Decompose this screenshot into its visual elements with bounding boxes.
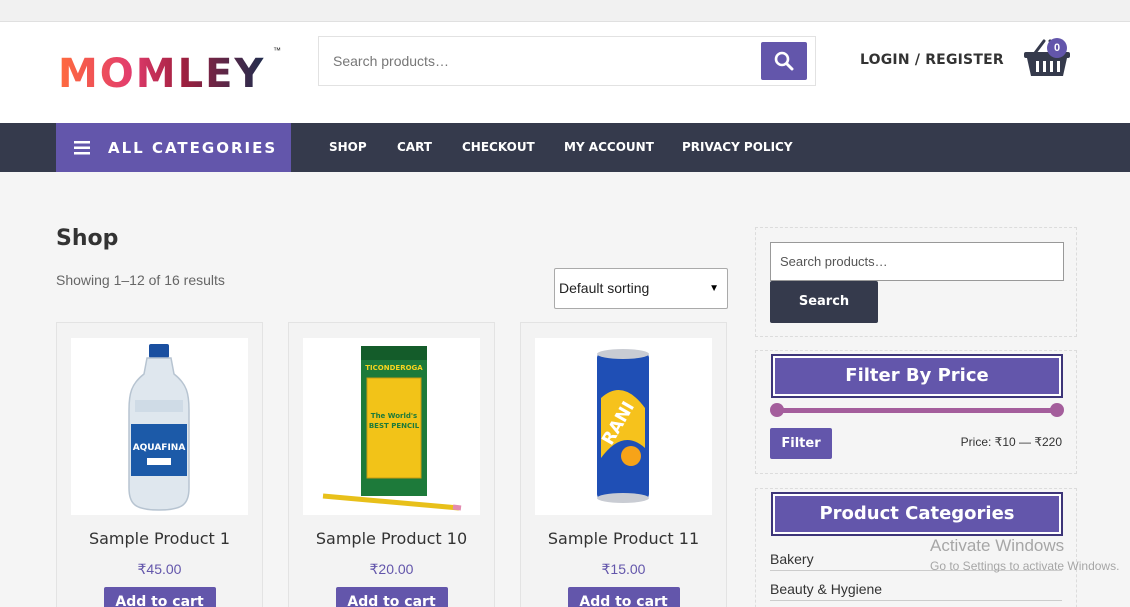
header-search-button[interactable] (761, 42, 807, 80)
cart-count-badge: 0 (1047, 38, 1067, 58)
price-filter-heading: Filter By Price (771, 354, 1063, 398)
product-name[interactable]: Sample Product 10 (289, 529, 494, 548)
dropdown-arrow-icon: ▼ (709, 283, 719, 294)
price-range-label: Price: ₹10 — ₹220 (960, 435, 1062, 449)
filter-button[interactable]: Filter (770, 428, 832, 459)
sorting-value: Default sorting (559, 280, 650, 296)
sorting-select[interactable]: Default sorting ▼ (554, 268, 728, 309)
logo-text: MOMLEY (58, 51, 266, 97)
cart-button[interactable]: 0 (1022, 38, 1074, 78)
product-price: ₹45.00 (137, 561, 182, 577)
categories-heading: Product Categories (771, 492, 1063, 536)
product-price: ₹15.00 (601, 561, 646, 577)
product-image[interactable]: AQUAFINA (71, 338, 248, 515)
svg-text:AQUAFINA: AQUAFINA (133, 443, 186, 453)
nav-item-checkout[interactable]: CHECKOUT (462, 123, 535, 172)
price-slider-track[interactable] (776, 408, 1058, 413)
nav-item-shop[interactable]: SHOP (329, 123, 367, 172)
drink-can-icon: RANI (597, 349, 649, 503)
nav-item-my-account[interactable]: MY ACCOUNT (564, 123, 654, 172)
pencil-box-icon: TICONDEROGA The World's BEST PENCIL (322, 346, 462, 511)
hamburger-icon (74, 140, 90, 154)
activation-title: Activate Windows (930, 536, 1065, 555)
all-categories-button[interactable]: ALL CATEGORIES (56, 123, 291, 172)
nav-item-cart[interactable]: CART (397, 123, 432, 172)
header-search (318, 36, 816, 86)
product-card[interactable]: RANI Sample Product 11 ₹15.00 Add to car… (520, 322, 727, 607)
page-title: Shop (56, 226, 119, 251)
main-navigation: ALL CATEGORIES SHOP CART CHECKOUT MY ACC… (0, 123, 1130, 172)
water-bottle-icon: AQUAFINA (128, 344, 190, 511)
price-filter-widget: Filter By Price Filter Price: ₹10 — ₹220 (755, 350, 1077, 474)
category-item-beauty-hygiene[interactable]: Beauty & Hygiene (770, 581, 1062, 601)
add-to-cart-button[interactable]: Add to cart (567, 587, 680, 607)
site-header: MOMLEY ™ LOGIN / REGISTER 0 (0, 22, 1130, 123)
site-logo[interactable]: MOMLEY ™ (58, 46, 288, 98)
svg-text:BEST PENCIL: BEST PENCIL (369, 422, 420, 430)
product-price: ₹20.00 (369, 561, 414, 577)
product-name[interactable]: Sample Product 1 (57, 529, 262, 548)
sidebar-search-widget: Search products… Search (755, 227, 1077, 337)
nav-item-privacy-policy[interactable]: PRIVACY POLICY (682, 123, 793, 172)
activation-subtitle: Go to Settings to activate Windows. (930, 559, 1120, 573)
logo-trademark: ™ (273, 46, 281, 55)
all-categories-label: ALL CATEGORIES (108, 138, 278, 157)
add-to-cart-button[interactable]: Add to cart (335, 587, 448, 607)
search-icon (774, 51, 794, 71)
header-search-input[interactable] (319, 37, 759, 85)
add-to-cart-button[interactable]: Add to cart (103, 587, 216, 607)
price-slider-min-handle[interactable] (770, 403, 784, 417)
browser-top-strip (0, 0, 1130, 22)
price-slider-max-handle[interactable] (1050, 403, 1064, 417)
sidebar-search-button[interactable]: Search (770, 281, 878, 323)
product-image[interactable]: TICONDEROGA The World's BEST PENCIL (303, 338, 480, 515)
result-count: Showing 1–12 of 16 results (56, 272, 225, 288)
product-card[interactable]: AQUAFINA Sample Product 1 ₹45.00 Add to … (56, 322, 263, 607)
login-register-link[interactable]: LOGIN / REGISTER (860, 52, 1004, 68)
sidebar-search-input[interactable]: Search products… (770, 242, 1064, 281)
product-card[interactable]: TICONDEROGA The World's BEST PENCIL Samp… (288, 322, 495, 607)
windows-activation-watermark: Activate Windows Go to Settings to activ… (930, 536, 1119, 573)
product-name[interactable]: Sample Product 11 (521, 529, 726, 548)
product-image[interactable]: RANI (535, 338, 712, 515)
svg-text:TICONDEROGA: TICONDEROGA (365, 364, 423, 372)
svg-text:The World's: The World's (371, 412, 417, 420)
